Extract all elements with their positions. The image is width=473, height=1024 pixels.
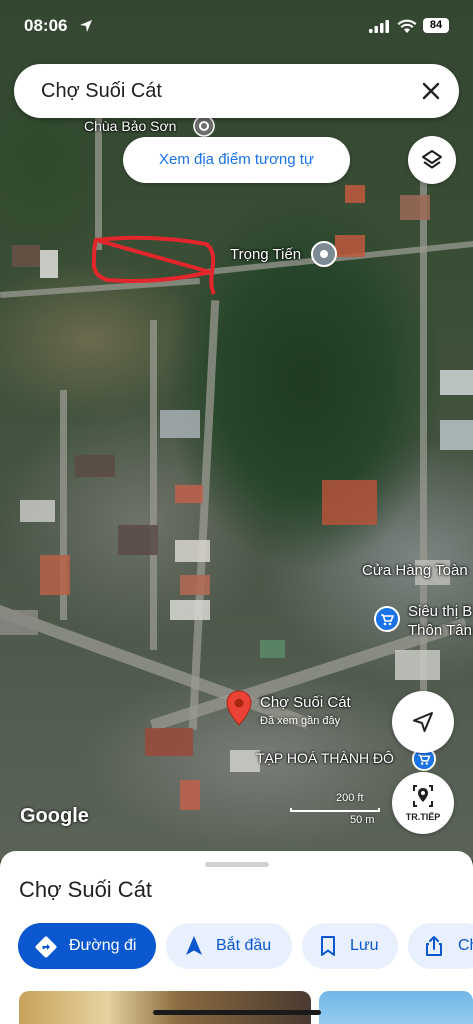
photo-thumbnail[interactable] — [19, 991, 311, 1024]
wifi-icon — [397, 19, 417, 33]
building — [322, 480, 377, 525]
market-sub-label: Đã xem gần đây — [260, 715, 341, 727]
directions-icon — [35, 936, 57, 958]
building — [175, 540, 210, 562]
directions-button[interactable]: Đường đi — [18, 923, 156, 969]
building — [40, 555, 70, 595]
road — [188, 300, 220, 730]
scale-meters: 50 m — [350, 814, 375, 826]
start-label: Bắt đầu — [216, 937, 272, 954]
street-view-icon — [413, 785, 433, 807]
close-icon[interactable] — [421, 81, 441, 101]
similar-places-button[interactable]: Xem địa điểm tương tự — [123, 137, 350, 183]
scale-bar — [290, 808, 380, 812]
start-button[interactable]: Bắt đầu — [166, 923, 292, 969]
street-view-button[interactable]: TR.TIẾP — [392, 772, 454, 834]
building — [180, 575, 210, 595]
photo-strip[interactable] — [19, 991, 473, 1024]
building — [335, 235, 365, 257]
my-location-button[interactable] — [392, 691, 454, 753]
search-query[interactable]: Chợ Suối Cát — [41, 80, 162, 103]
supermarket-label-line1[interactable]: Siêu thị B — [408, 603, 472, 620]
pagoda-icon — [193, 115, 215, 137]
store-toan-label[interactable]: Cửa Hàng Toàn — [362, 562, 468, 579]
home-indicator — [153, 1010, 321, 1015]
supermarket-label-line2[interactable]: Thôn Tân — [408, 622, 472, 639]
building — [260, 640, 285, 658]
save-button[interactable]: Lưu — [302, 923, 398, 969]
building — [395, 650, 440, 680]
building — [345, 185, 365, 203]
building — [400, 195, 430, 220]
layers-icon — [422, 150, 442, 169]
place-bottom-sheet[interactable]: Chợ Suối Cát Đường đi Bắt đầu Lưu Ch — [0, 851, 473, 1024]
cellular-signal-icon — [369, 20, 389, 33]
red-outline-annotation — [91, 235, 216, 295]
selected-location-pin-icon[interactable] — [226, 690, 252, 726]
location-arrow-icon — [80, 20, 92, 32]
share-button[interactable]: Ch — [408, 923, 473, 969]
sheet-grabber[interactable] — [205, 862, 269, 867]
building — [440, 420, 473, 450]
bookmark-icon — [321, 936, 335, 956]
navigation-arrow-icon — [413, 712, 433, 732]
scale-feet: 200 ft — [336, 792, 364, 804]
road — [150, 320, 157, 650]
building — [118, 525, 158, 555]
building — [180, 780, 200, 810]
street-view-label: TR.TIẾP — [405, 812, 441, 822]
share-label: Ch — [458, 937, 473, 954]
shopping-cart-icon — [374, 606, 400, 632]
map-scale: 200 ft 50 m — [290, 790, 380, 830]
building — [175, 485, 203, 503]
building — [75, 455, 115, 477]
status-time: 08:06 — [24, 16, 68, 35]
directions-label: Đường đi — [69, 937, 137, 954]
trong-tien-label[interactable]: Trọng Tiến — [230, 246, 301, 263]
market-name-label[interactable]: Chợ Suối Cát — [260, 694, 351, 711]
pagoda-label[interactable]: Chùa Bảo Sơn — [84, 118, 176, 134]
building — [12, 245, 40, 267]
building — [440, 370, 473, 395]
share-icon — [426, 936, 442, 956]
grocery-label[interactable]: TẠP HOÁ THÀNH ĐÔ — [256, 750, 394, 766]
building — [40, 250, 58, 278]
building — [160, 410, 200, 438]
building — [0, 610, 38, 635]
battery-indicator: 84 — [423, 18, 449, 33]
status-bar: 08:06 84 — [0, 0, 473, 54]
place-title: Chợ Suối Cát — [19, 877, 153, 902]
building — [145, 728, 193, 756]
building — [20, 500, 55, 522]
google-logo: Google — [20, 805, 89, 827]
photo-thumbnail[interactable] — [319, 991, 473, 1024]
search-bar[interactable]: Chợ Suối Cát — [14, 64, 459, 118]
layers-button[interactable] — [408, 136, 456, 184]
building — [170, 600, 210, 620]
navigation-start-icon — [186, 936, 202, 955]
save-label: Lưu — [350, 937, 379, 954]
place-pin-icon — [311, 241, 337, 267]
